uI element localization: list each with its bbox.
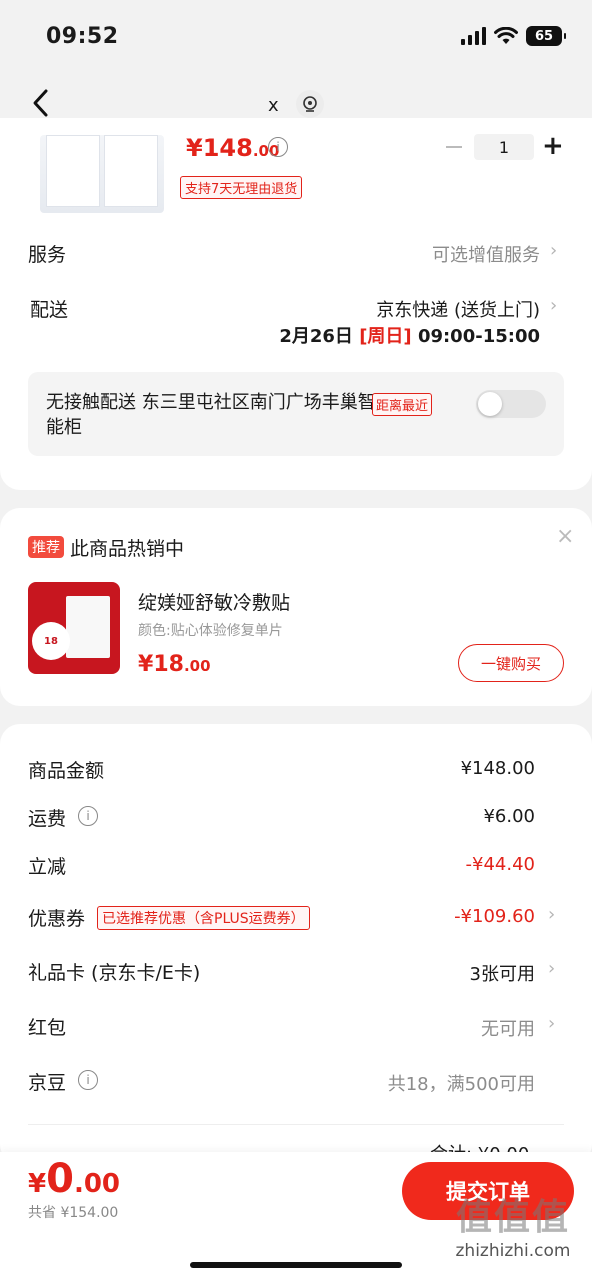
nearest-tag: 距离最近 (372, 393, 433, 416)
grand-total: ¥0.00 (28, 1156, 120, 1202)
coupon-value[interactable]: -¥109.60 (454, 906, 535, 927)
saved-amount: 共省 ¥154.00 (28, 1205, 119, 1221)
status-icons: 65 (461, 26, 566, 46)
divider (28, 1124, 564, 1125)
goods-amount-label: 商品金额 (28, 760, 105, 782)
chevron-right-icon[interactable]: › (548, 1013, 555, 1034)
wifi-icon (494, 27, 518, 44)
recommend-product-image[interactable]: 18 (28, 582, 120, 674)
return-policy-tag: 支持7天无理由退货 (180, 176, 303, 199)
home-indicator[interactable] (190, 1262, 402, 1268)
service-value[interactable]: 可选增值服务 (432, 241, 540, 267)
jingdou-value: 共18，满500可用 (387, 1074, 535, 1095)
discount-value: -¥44.40 (465, 854, 535, 875)
status-time: 09:52 (46, 24, 119, 49)
giftcard-value[interactable]: 3张可用 (470, 960, 535, 986)
close-icon[interactable]: × (556, 524, 574, 549)
delivery-label: 配送 (30, 299, 69, 321)
close-button[interactable]: x (268, 95, 279, 116)
recommend-badge: 推荐 (28, 536, 64, 558)
product-thumbnail[interactable] (40, 135, 164, 213)
redpacket-label: 红包 (28, 1017, 67, 1039)
price-summary-card (0, 724, 592, 1164)
contactless-toggle[interactable] (476, 390, 546, 418)
contactless-text: 无接触配送 东三里屯社区南门广场丰巢智能柜 (46, 392, 376, 438)
chevron-right-icon[interactable]: › (548, 958, 555, 979)
recommend-product-color: 颜色:贴心体验修复单片 (138, 623, 283, 639)
recommend-product-name[interactable]: 绽媄娅舒敏冷敷贴 (138, 588, 290, 615)
quantity-plus-button[interactable]: + (542, 132, 564, 160)
cellular-signal-icon (461, 27, 486, 45)
service-label: 服务 (28, 244, 67, 266)
eye-icon[interactable] (296, 90, 324, 118)
goods-amount-value: ¥148.00 (460, 758, 535, 779)
product-price: ¥148.00 (186, 134, 280, 162)
chevron-right-icon[interactable]: › (548, 904, 555, 925)
shipping-value: ¥6.00 (483, 806, 535, 827)
chevron-right-icon[interactable]: › (550, 295, 557, 316)
discount-label: 立减 (28, 856, 67, 878)
quick-buy-button[interactable]: 一键购买 (458, 644, 564, 682)
info-icon[interactable]: i (268, 137, 288, 157)
info-icon[interactable]: i (78, 1070, 98, 1090)
quantity-input[interactable]: 1 (474, 134, 534, 160)
watermark: 值值值 zhizhizhi.com (455, 1197, 571, 1261)
delivery-method[interactable]: 京东快递 (送货上门) (376, 296, 540, 322)
delivery-slot[interactable]: 2月26日 [周日] 09:00-15:00 (279, 322, 540, 348)
battery-icon: 65 (526, 26, 566, 46)
coupon-label: 优惠券 (28, 908, 86, 930)
info-icon[interactable]: i (78, 806, 98, 826)
recommend-title: 此商品热销中 (70, 538, 185, 560)
jingdou-label: 京豆 (28, 1072, 67, 1094)
redpacket-value[interactable]: 无可用 (481, 1015, 535, 1041)
recommend-product-price: ¥18.00 (138, 652, 211, 677)
quantity-minus-button[interactable] (446, 146, 462, 148)
chevron-right-icon[interactable]: › (550, 240, 557, 261)
coupon-tag: 已选推荐优惠（含PLUS运费券） (97, 906, 310, 930)
shipping-label: 运费 (28, 808, 67, 830)
giftcard-label: 礼品卡 (京东卡/E卡) (28, 962, 201, 984)
back-arrow-icon[interactable] (30, 88, 52, 118)
